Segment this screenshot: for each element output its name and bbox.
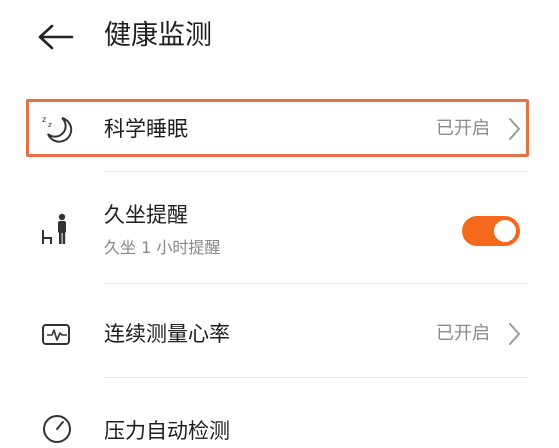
heart-rate-label: 连续测量心率	[104, 322, 230, 346]
toggle-knob	[494, 220, 516, 242]
stress-label: 压力自动检测	[104, 419, 230, 443]
header: 健康监测	[0, 0, 559, 80]
list-item-sedentary[interactable]: 久坐提醒 久坐 1 小时提醒	[34, 190, 530, 270]
divider	[104, 171, 528, 172]
divider	[104, 283, 528, 284]
sedentary-sub: 久坐 1 小时提醒	[104, 238, 221, 257]
heart-rate-status: 已开启	[436, 323, 490, 344]
back-arrow-icon[interactable]	[36, 22, 76, 52]
highlight-box	[26, 99, 529, 157]
stress-gauge-icon	[43, 415, 71, 443]
list-item-heart-rate[interactable]: 连续测量心率 已开启	[34, 305, 530, 363]
sedentary-toggle[interactable]	[462, 216, 520, 246]
sedentary-person-icon	[42, 213, 66, 244]
list-item-stress[interactable]: 压力自动检测	[34, 404, 530, 448]
divider	[104, 377, 528, 378]
heart-rate-monitor-icon	[42, 324, 70, 345]
sedentary-label: 久坐提醒	[104, 203, 188, 227]
page-title: 健康监测	[104, 20, 212, 51]
chevron-right-icon	[509, 323, 520, 345]
